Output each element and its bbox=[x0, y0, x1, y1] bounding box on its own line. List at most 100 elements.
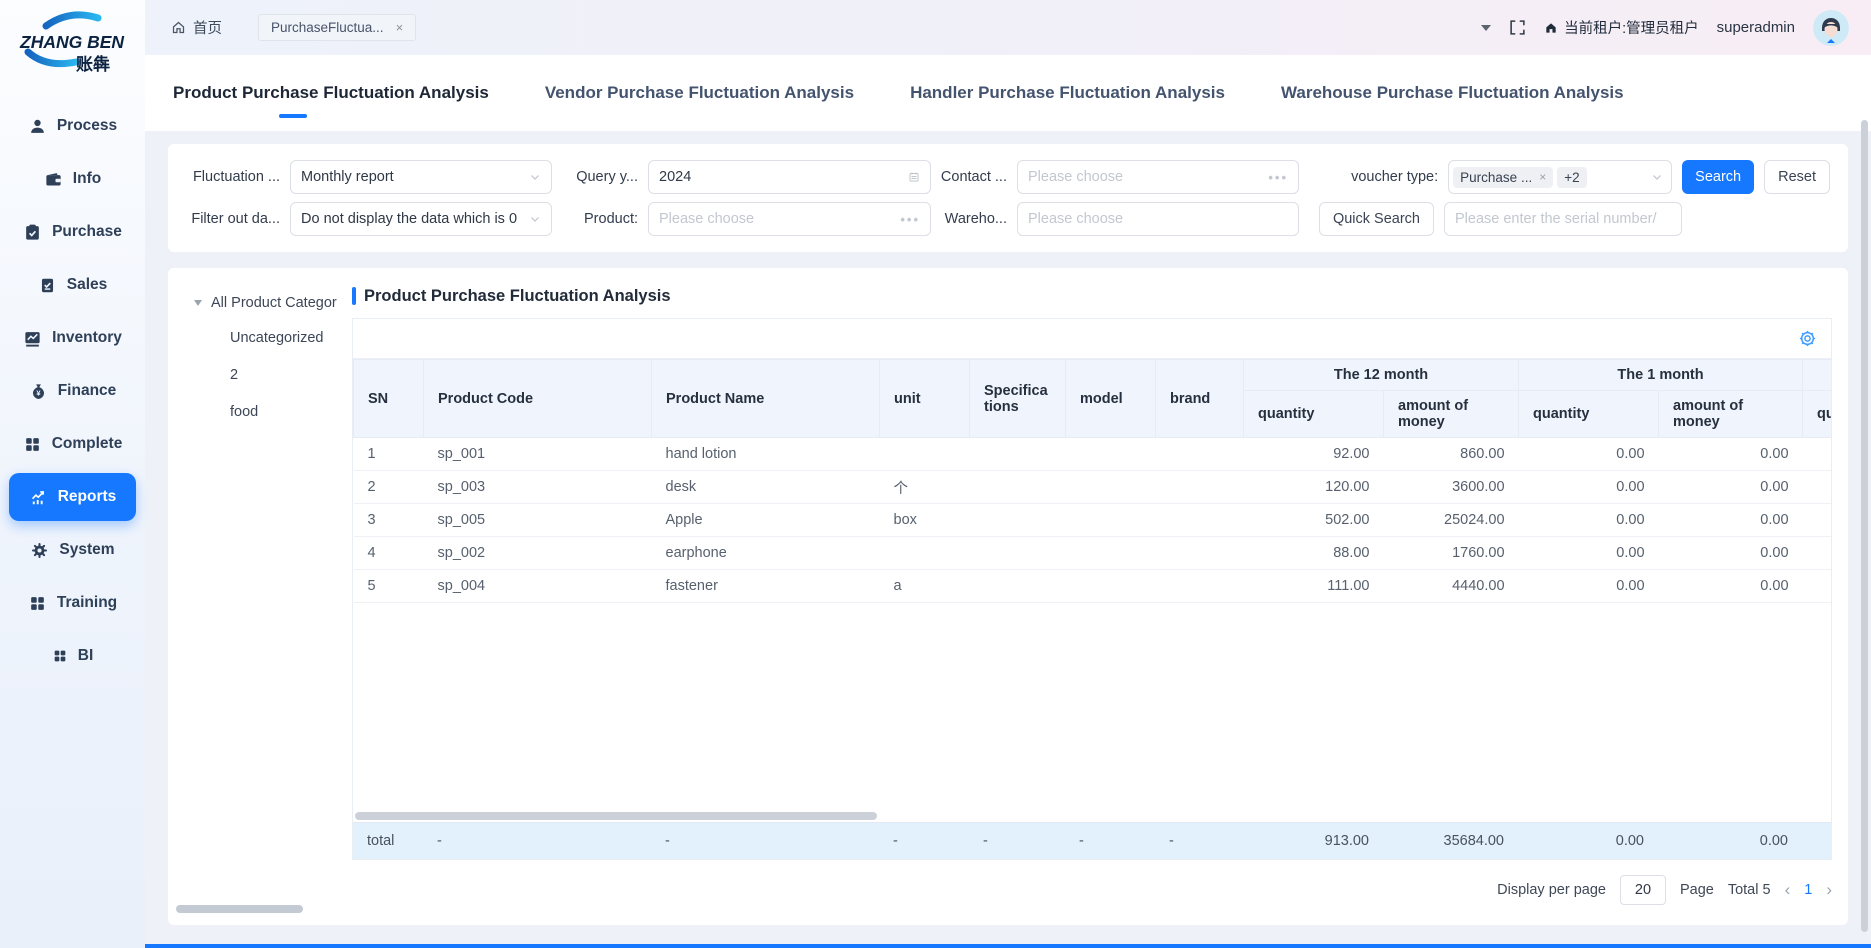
contact-picker[interactable]: Please choose ••• bbox=[1017, 160, 1299, 194]
sidebar-item-reports[interactable]: Reports bbox=[9, 473, 136, 521]
sidebar-item-complete[interactable]: Complete bbox=[9, 420, 136, 468]
current-tenant[interactable]: 当前租户:管理员租户 bbox=[1544, 17, 1699, 38]
category-tree: All Product Categor Uncategorized 2 food bbox=[184, 282, 352, 911]
filter-zero-label: Filter out da... bbox=[186, 211, 290, 227]
money-bag-icon: ¥ bbox=[29, 382, 48, 401]
scrollbar-thumb[interactable] bbox=[355, 812, 877, 820]
column-settings-gear-icon[interactable] bbox=[1798, 329, 1817, 348]
tenant-label: 当前租户:管理员租户 bbox=[1564, 17, 1699, 38]
cell-m2_qty bbox=[1803, 471, 1831, 504]
voucher-type-select[interactable]: Purchase ...× +2 bbox=[1448, 160, 1672, 194]
tab-warehouse-analysis[interactable]: Warehouse Purchase Fluctuation Analysis bbox=[1281, 83, 1624, 103]
sidebar-item-info[interactable]: Info bbox=[9, 155, 136, 203]
fluctuation-label: Fluctuation ... bbox=[186, 169, 290, 185]
search-button[interactable]: Search bbox=[1682, 160, 1754, 194]
username[interactable]: superadmin bbox=[1717, 19, 1795, 36]
filter-zero-select[interactable]: Do not display the data which is 0 bbox=[290, 202, 552, 236]
tree-item-food[interactable]: food bbox=[184, 394, 352, 431]
sidebar-item-process[interactable]: Process bbox=[9, 102, 136, 150]
fluctuation-select[interactable]: Monthly report bbox=[290, 160, 552, 194]
user-icon bbox=[28, 117, 47, 136]
fluctuation-value: Monthly report bbox=[301, 169, 523, 185]
sidebar-item-sales[interactable]: Sales bbox=[9, 261, 136, 309]
cell-brand bbox=[1156, 537, 1244, 570]
cell-unit: a bbox=[880, 570, 970, 603]
table-row[interactable]: 3sp_005Applebox502.0025024.000.000.00 bbox=[354, 504, 1832, 537]
logo-swoosh-top bbox=[46, 15, 98, 26]
cell-spec bbox=[970, 471, 1066, 504]
sidebar-item-label: System bbox=[59, 541, 114, 559]
page-horizontal-scrollbar-thumb[interactable] bbox=[176, 905, 303, 913]
cell-sn: 1 bbox=[354, 438, 424, 471]
ellipsis-icon[interactable]: ••• bbox=[1268, 170, 1288, 185]
avatar[interactable] bbox=[1813, 10, 1849, 46]
sidebar-item-label: Sales bbox=[67, 276, 108, 294]
report-chart-icon bbox=[29, 488, 48, 507]
query-year-input[interactable] bbox=[648, 160, 931, 194]
cell-name: Apple bbox=[652, 504, 880, 537]
table-horizontal-scrollbar[interactable] bbox=[353, 809, 1831, 822]
total-label: total bbox=[353, 823, 423, 859]
query-year-value[interactable] bbox=[659, 169, 902, 185]
cell-m1_amt: 0.00 bbox=[1659, 471, 1803, 504]
sidebar-item-system[interactable]: System bbox=[9, 526, 136, 574]
sidebar-item-training[interactable]: Training bbox=[9, 579, 136, 627]
cell-m12_qty: 502.00 bbox=[1244, 504, 1384, 537]
caret-down-icon[interactable] bbox=[194, 300, 202, 306]
table-row[interactable]: 1sp_001hand lotion92.00860.000.000.00 bbox=[354, 438, 1832, 471]
topbar-right: 当前租户:管理员租户 superadmin bbox=[1481, 10, 1849, 46]
cell-spec bbox=[970, 504, 1066, 537]
table-row[interactable]: 2sp_003desk个120.003600.000.000.00 bbox=[354, 471, 1832, 504]
table-scroll-area[interactable]: SN Product Code Product Name unit Specif… bbox=[353, 359, 1831, 809]
tab-product-analysis[interactable]: Product Purchase Fluctuation Analysis bbox=[173, 83, 489, 103]
calendar-icon bbox=[908, 171, 920, 183]
clipboard-check-icon bbox=[23, 223, 42, 242]
open-page-tab[interactable]: PurchaseFluctua... × bbox=[258, 14, 416, 41]
cell-model bbox=[1066, 504, 1156, 537]
close-icon[interactable]: × bbox=[1539, 170, 1546, 184]
close-icon[interactable]: × bbox=[396, 20, 404, 35]
tree-item-2[interactable]: 2 bbox=[184, 357, 352, 394]
tab-handler-analysis[interactable]: Handler Purchase Fluctuation Analysis bbox=[910, 83, 1225, 103]
serial-number-input[interactable] bbox=[1455, 211, 1671, 227]
gear-icon bbox=[30, 541, 49, 560]
tab-vendor-analysis[interactable]: Vendor Purchase Fluctuation Analysis bbox=[545, 83, 854, 103]
chevron-down-icon[interactable] bbox=[1481, 25, 1491, 31]
active-tab-indicator bbox=[279, 114, 307, 118]
tree-root-all-categories[interactable]: All Product Categor bbox=[184, 286, 352, 320]
sidebar-item-inventory[interactable]: Inventory bbox=[9, 314, 136, 362]
cell-m2_qty bbox=[1803, 504, 1831, 537]
serial-number-input-box[interactable] bbox=[1444, 202, 1682, 236]
cell-model bbox=[1066, 471, 1156, 504]
ellipsis-icon[interactable]: ••• bbox=[900, 212, 920, 227]
home-label: 首页 bbox=[193, 17, 222, 38]
table-row[interactable]: 5sp_004fastenera111.004440.000.000.00 bbox=[354, 570, 1832, 603]
page-size-input[interactable] bbox=[1620, 875, 1666, 905]
total-count-label: Total 5 bbox=[1728, 882, 1771, 898]
warehouse-picker[interactable]: Please choose bbox=[1017, 202, 1299, 236]
quick-search-button[interactable]: Quick Search bbox=[1319, 202, 1434, 236]
product-picker[interactable]: Please choose ••• bbox=[648, 202, 931, 236]
current-page-button[interactable]: 1 bbox=[1804, 882, 1812, 898]
cell-m12_qty: 88.00 bbox=[1244, 537, 1384, 570]
sidebar-item-bi[interactable]: BI bbox=[9, 632, 136, 680]
column-group-next bbox=[1803, 360, 1831, 391]
prev-page-button[interactable]: ‹ bbox=[1785, 880, 1791, 900]
table-row[interactable]: 4sp_002earphone88.001760.000.000.00 bbox=[354, 537, 1832, 570]
reset-button[interactable]: Reset bbox=[1764, 160, 1830, 194]
sidebar-item-finance[interactable]: ¥ Finance bbox=[9, 367, 136, 415]
cell-spec bbox=[970, 570, 1066, 603]
page-vertical-scrollbar-thumb[interactable] bbox=[1861, 120, 1868, 932]
cell-name: earphone bbox=[652, 537, 880, 570]
fullscreen-icon[interactable] bbox=[1509, 19, 1526, 36]
column-header-amount-12: amount of money bbox=[1384, 391, 1519, 438]
breadcrumb-home[interactable]: 首页 bbox=[171, 17, 222, 38]
next-page-button[interactable]: › bbox=[1826, 880, 1832, 900]
tree-item-uncategorized[interactable]: Uncategorized bbox=[184, 320, 352, 357]
sidebar-item-purchase[interactable]: Purchase bbox=[9, 208, 136, 256]
filter-zero-value: Do not display the data which is 0 bbox=[301, 211, 523, 227]
cell-m1_amt: 0.00 bbox=[1659, 438, 1803, 471]
product-placeholder: Please choose bbox=[659, 211, 894, 227]
filter-panel: Fluctuation ... Monthly report Query y..… bbox=[168, 144, 1848, 252]
voucher-type-label: voucher type: bbox=[1351, 169, 1438, 185]
